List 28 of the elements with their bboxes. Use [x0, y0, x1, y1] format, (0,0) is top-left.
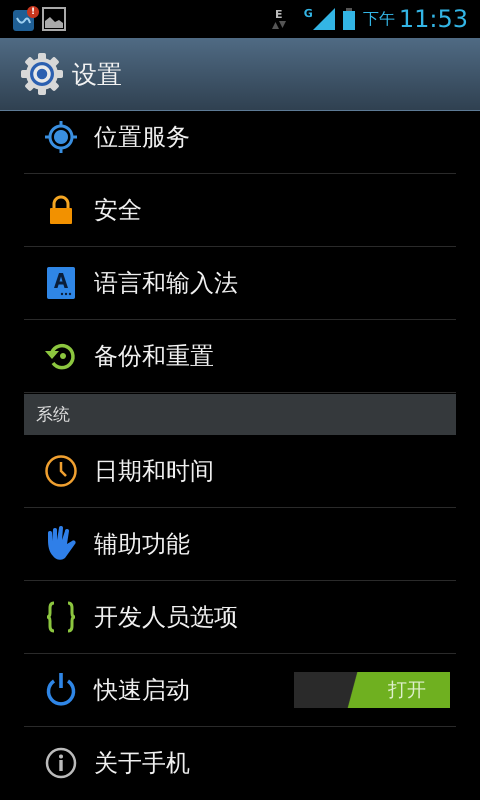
network-type-label: G [304, 8, 313, 20]
lock-icon [48, 195, 74, 225]
section-header: 系统 [24, 394, 456, 435]
clock-icon [44, 454, 78, 488]
signal-icon [312, 8, 335, 30]
notification-badge: ! [27, 6, 39, 18]
setting-label[interactable]: 辅助功能 [94, 528, 190, 560]
setting-label[interactable]: 开发人员选项 [94, 601, 238, 633]
braces-icon [44, 600, 78, 634]
setting-label[interactable]: 日期和时间 [94, 455, 214, 487]
image-icon [42, 7, 66, 31]
power-icon [44, 672, 78, 708]
setting-label[interactable]: 备份和重置 [94, 340, 214, 372]
info-icon [45, 747, 77, 779]
battery-icon [342, 8, 355, 30]
screen-title: 设置 [72, 58, 122, 90]
clock-time: 11:53 [398, 5, 468, 33]
settings-icon[interactable] [20, 52, 64, 96]
time-period: 下午 [362, 8, 395, 30]
data-arrows-icon [272, 21, 286, 29]
data-type-label: E [275, 9, 283, 21]
setting-label[interactable]: 安全 [94, 194, 142, 226]
setting-label[interactable]: 语言和输入法 [94, 267, 238, 299]
keyboard-letter-icon [46, 266, 76, 300]
setting-label[interactable]: 位置服务 [94, 121, 190, 153]
setting-label[interactable]: 关于手机 [94, 747, 190, 779]
setting-label[interactable]: 快速启动 [94, 674, 190, 706]
location-icon [44, 120, 78, 154]
